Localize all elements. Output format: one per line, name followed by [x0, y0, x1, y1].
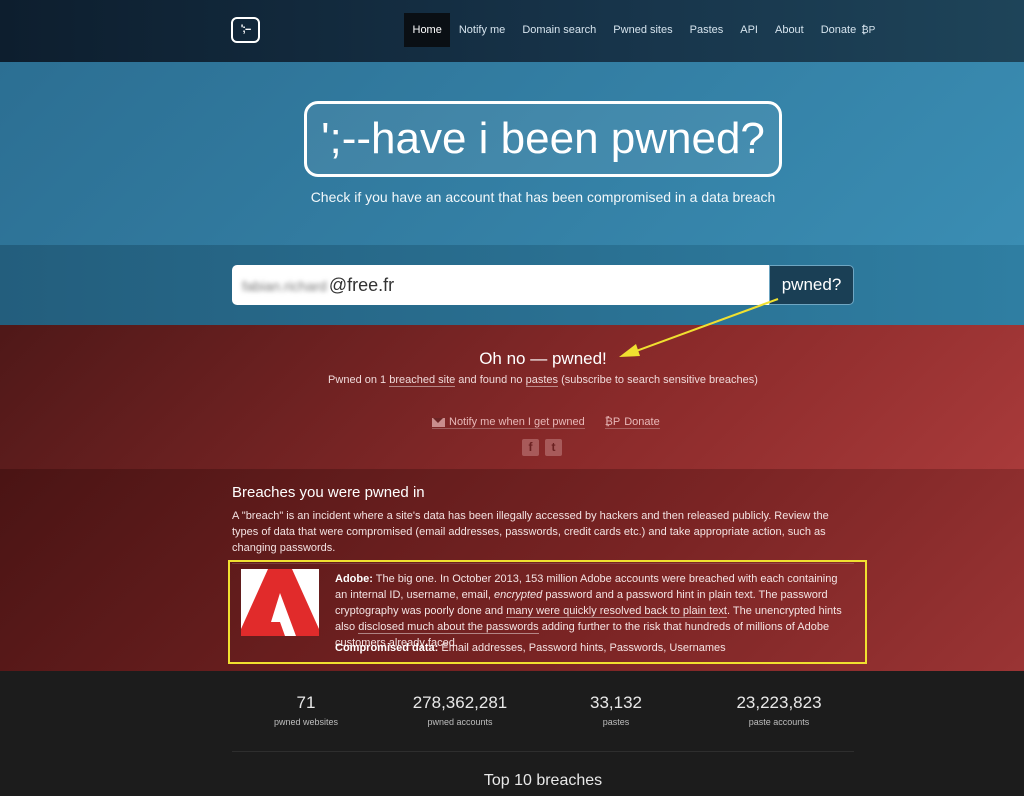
twitter-icon[interactable]: t — [545, 439, 562, 456]
nav-item-notify-me[interactable]: Notify me — [450, 13, 513, 47]
facebook-icon[interactable]: f — [522, 439, 539, 456]
stat-label: paste accounts — [748, 717, 810, 727]
summary-text: and found no — [455, 374, 526, 386]
social-share: f t — [522, 439, 562, 456]
summary-text: (subscribe to search sensitive breaches) — [558, 374, 758, 386]
divider — [232, 751, 854, 752]
top-10-breaches-heading: Top 10 breaches — [483, 772, 603, 789]
email-domain: @free.fr — [328, 275, 395, 295]
nav-item-donate[interactable]: Donate ₿P — [812, 13, 884, 47]
disclosed-passwords-link[interactable]: disclosed much about the passwords — [358, 621, 539, 634]
result-title: Oh no — pwned! — [479, 349, 607, 368]
breach-description: Adobe: The big one. In October 2013, 153… — [335, 571, 847, 651]
bitcoin-paypal-icon: ₿P — [604, 416, 621, 428]
donate-link[interactable]: ₿P Donate — [604, 416, 660, 429]
compromised-value: Email addresses, Password hints, Passwor… — [438, 642, 726, 654]
nav-item-pwned-sites[interactable]: Pwned sites — [605, 13, 681, 47]
stats-section: 71 pwned websites 278,362,281 pwned acco… — [0, 671, 1024, 796]
notify-me-link[interactable]: Notify me when I get pwned — [432, 416, 585, 429]
bitcoin-paypal-icon: ₿P — [861, 25, 876, 36]
nav-item-about[interactable]: About — [766, 13, 812, 47]
stat-label: pwned accounts — [427, 717, 493, 727]
pastes-link[interactable]: pastes — [525, 374, 559, 387]
stat-label: pwned websites — [273, 717, 339, 727]
breached-site-link[interactable]: breached site — [389, 374, 456, 387]
stat-paste-accounts: 23,223,823 paste accounts — [719, 693, 839, 727]
stat-pwned-websites: 71 pwned websites — [256, 693, 356, 727]
nav-item-pastes[interactable]: Pastes — [681, 13, 732, 47]
page-title: ';--have i been pwned? — [304, 101, 782, 177]
envelope-icon — [432, 417, 445, 427]
stat-value: 278,362,281 — [412, 693, 508, 712]
nav-item-api[interactable]: API — [732, 13, 767, 47]
redacted-username: fabian.richard — [242, 278, 327, 294]
donate-label: Donate — [624, 416, 660, 428]
stat-value: 71 — [296, 693, 316, 712]
breaches-description: A "breach" is an incident where a site's… — [232, 508, 854, 564]
nav-donate-label: Donate — [820, 24, 857, 36]
summary-text: Pwned on 1 — [328, 374, 390, 386]
breaches-heading: Breaches you were pwned in — [232, 484, 425, 501]
adobe-logo — [241, 569, 319, 636]
stat-label: pastes — [602, 717, 630, 727]
stat-pastes: 33,132 pastes — [566, 693, 666, 727]
stat-value: 23,223,823 — [736, 693, 822, 712]
notify-label: Notify me when I get pwned — [449, 416, 585, 428]
result-section: Oh no — pwned! Pwned on 1 breached site … — [0, 325, 1024, 469]
resolved-passwords-link[interactable]: many were quickly resolved back to plain… — [506, 605, 727, 618]
breaches-section: Breaches you were pwned in A "breach" is… — [0, 469, 1024, 671]
nav-menu: Home Notify me Domain search Pwned sites… — [404, 13, 884, 47]
compromised-data: Compromised data: Email addresses, Passw… — [335, 642, 726, 654]
result-summary: Pwned on 1 breached site and found no pa… — [0, 374, 1024, 387]
pwned-button[interactable]: pwned? — [769, 265, 854, 305]
nav-item-domain-search[interactable]: Domain search — [514, 13, 605, 47]
site-logo[interactable]: ';-- — [231, 17, 260, 43]
top-navbar: ';-- Home Notify me Domain search Pwned … — [0, 0, 1024, 62]
hero-tagline: Check if you have an account that has be… — [310, 189, 776, 205]
email-search-input[interactable]: fabian.richard @free.fr — [232, 265, 769, 305]
breach-card-adobe: Adobe: The big one. In October 2013, 153… — [228, 560, 867, 664]
compromised-label: Compromised data: — [335, 642, 439, 654]
stat-value: 33,132 — [590, 693, 642, 712]
breach-text-emphasis: encrypted — [493, 589, 543, 601]
result-actions: Notify me when I get pwned ₿P Donate — [432, 416, 660, 429]
nav-item-home[interactable]: Home — [404, 13, 451, 47]
breach-name: Adobe: — [335, 573, 373, 585]
stat-pwned-accounts: 278,362,281 pwned accounts — [400, 693, 520, 727]
search-section: fabian.richard @free.fr pwned? — [0, 245, 1024, 325]
hero-section: ';--have i been pwned? Check if you have… — [0, 62, 1024, 245]
